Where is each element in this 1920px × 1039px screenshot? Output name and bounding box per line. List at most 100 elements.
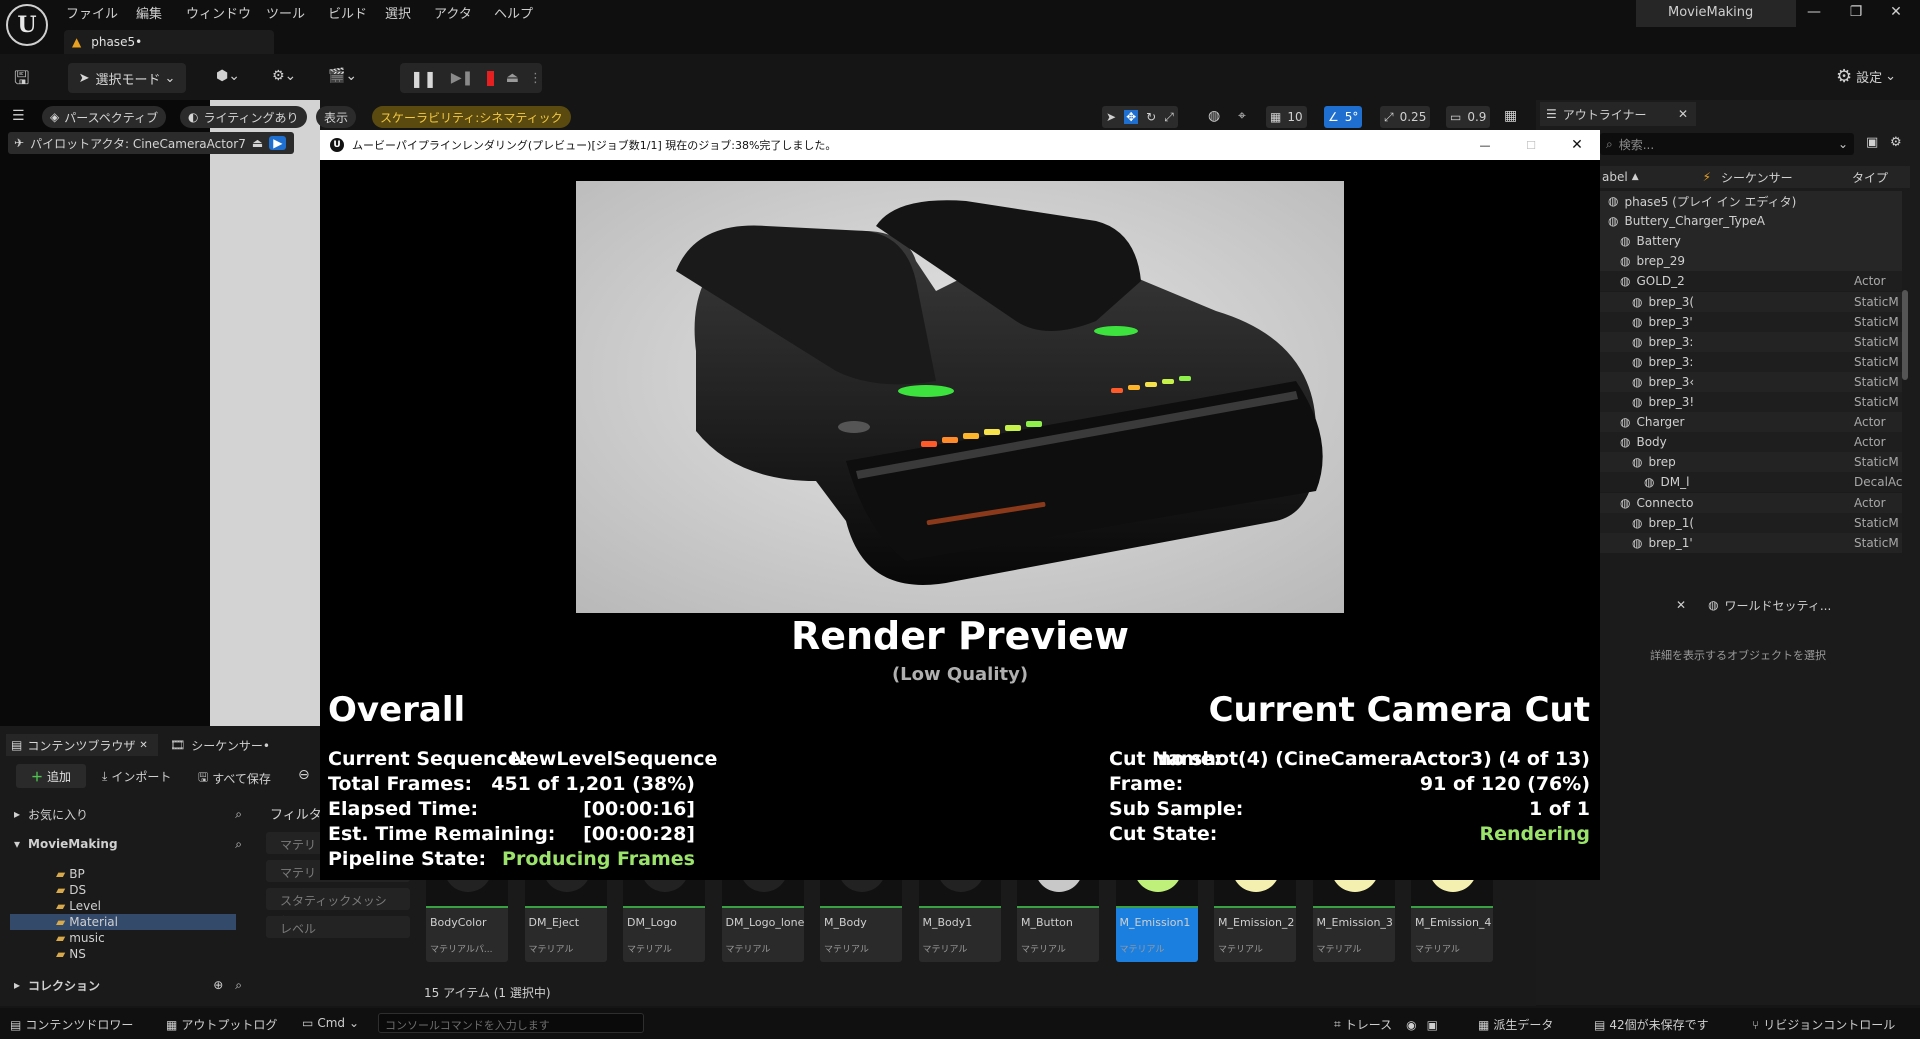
- add-collection-icon[interactable]: ⊕: [213, 978, 223, 992]
- outliner-row[interactable]: ◍ brep_3‹ StaticM: [1600, 371, 1902, 392]
- asset-tile[interactable]: M_Emission1 マテリアル: [1115, 870, 1198, 962]
- perspective-button[interactable]: ◈ パースペクティブ: [42, 106, 167, 128]
- outliner-row[interactable]: ◍ brep_3(StaticM: [1600, 291, 1902, 312]
- outliner-row[interactable]: ◍ Body Actor: [1600, 432, 1902, 453]
- menu-help[interactable]: ヘルプ: [494, 3, 533, 22]
- derived-data-button[interactable]: ▦ 派生データ: [1478, 1016, 1553, 1033]
- trace-button[interactable]: ⌗ トレース ◉ ▣: [1334, 1016, 1438, 1033]
- outliner-row[interactable]: ◍ brep_1' StaticM: [1600, 532, 1902, 553]
- stop-icon[interactable]: [487, 70, 494, 86]
- folder-item[interactable]: ▰ BP: [10, 866, 236, 882]
- close-icon[interactable]: ✕: [1554, 137, 1600, 153]
- close-icon[interactable]: ✕: [1676, 598, 1686, 612]
- pause-icon[interactable]: ❚❚: [410, 69, 437, 88]
- cmd-selector[interactable]: ▭ Cmd ⌄: [302, 1016, 359, 1030]
- add-button[interactable]: ＋ 追加: [16, 764, 86, 788]
- menu-window[interactable]: ウィンドウ: [186, 3, 251, 22]
- filter-item[interactable]: スタティックメッシュ: [266, 888, 410, 925]
- minimize-icon[interactable]: —: [1794, 4, 1834, 20]
- outliner-row[interactable]: ◍ brep StaticM: [1600, 452, 1902, 473]
- folder-item[interactable]: ▰ Material: [10, 914, 236, 930]
- scalability-button[interactable]: スケーラビリティ:シネマティック: [372, 106, 571, 128]
- output-log-button[interactable]: ▦ アウトプットログ: [166, 1016, 277, 1033]
- eject-pilot-icon[interactable]: ⏏: [252, 136, 263, 150]
- close-icon[interactable]: ✕: [1876, 4, 1916, 20]
- grid-snap[interactable]: ▦ 10: [1266, 106, 1307, 128]
- outliner-row[interactable]: ◍ brep_29: [1600, 251, 1902, 272]
- camera-lock-icon[interactable]: ▶: [269, 136, 287, 150]
- search-icon[interactable]: ⌕: [235, 837, 242, 852]
- unreal-logo-icon[interactable]: U: [6, 4, 48, 46]
- gear-icon[interactable]: ⚙: [1890, 135, 1902, 150]
- col-sequencer[interactable]: シーケンサー: [1721, 169, 1793, 186]
- layout-icon[interactable]: ▦: [1504, 108, 1517, 124]
- col-label[interactable]: abel: [1602, 170, 1628, 184]
- add-folder-icon[interactable]: ▣: [1866, 135, 1878, 150]
- outliner-row[interactable]: ◍ brep_3: StaticM: [1600, 331, 1902, 352]
- settings-button[interactable]: ⚙ 設定 ⌄: [1836, 66, 1896, 87]
- tab-sequencer[interactable]: 🎞 シーケンサー•: [170, 734, 270, 756]
- tab-phase5[interactable]: ▲ phase5•: [64, 30, 274, 54]
- select-tool-icon[interactable]: ➤: [1106, 110, 1116, 124]
- rotate-tool-icon[interactable]: ↻: [1146, 110, 1156, 124]
- surface-snap-icon[interactable]: ⌖: [1238, 108, 1246, 124]
- asset-tile[interactable]: M_Button マテリアル: [1017, 870, 1099, 962]
- viewport-dark-area[interactable]: [0, 100, 210, 726]
- outliner-row[interactable]: ◍ Buttery_Charger_TypeA: [1600, 211, 1902, 232]
- menu-actor[interactable]: アクタ: [434, 3, 472, 22]
- asset-tile[interactable]: DM_Logo_lone マテリアル: [721, 870, 804, 962]
- maximize-icon[interactable]: ☐: [1508, 139, 1554, 152]
- asset-tile[interactable]: M_Body1 マテリアル: [918, 870, 1001, 962]
- menu-edit[interactable]: 編集: [136, 3, 162, 22]
- camera-icon[interactable]: ▣: [1427, 1018, 1438, 1032]
- import-button[interactable]: ⤓ インポート: [102, 768, 171, 785]
- asset-tile[interactable]: DM_Logo マテリアル: [623, 870, 705, 962]
- scale-snap[interactable]: ⤢ 0.25: [1380, 106, 1431, 128]
- revision-control-button[interactable]: ⑂ リビジョンコントロール: [1752, 1016, 1895, 1033]
- asset-tile[interactable]: M_Emission_3 マテリアル: [1312, 870, 1395, 962]
- asset-tile[interactable]: M_Emission_4 マテリアル: [1411, 870, 1493, 962]
- save-icon[interactable]: 🖫: [14, 66, 36, 89]
- search-icon[interactable]: ⌕: [235, 978, 242, 993]
- outliner-scrollbar[interactable]: [1902, 290, 1908, 380]
- filter-item[interactable]: レベル: [266, 916, 410, 938]
- move-tool-icon[interactable]: ✥: [1124, 110, 1139, 124]
- camera-speed[interactable]: ▭ 0.9: [1446, 106, 1491, 128]
- add-actor-icon[interactable]: ⬢⌄: [216, 68, 240, 84]
- scale-tool-icon[interactable]: ⤢: [1164, 110, 1174, 125]
- content-drawer-button[interactable]: ▤ コンテンツドロワー: [10, 1016, 133, 1033]
- asset-tile[interactable]: M_Emission_2 マテリアル: [1214, 870, 1296, 962]
- menu-select[interactable]: 選択: [385, 3, 411, 22]
- outliner-row[interactable]: ◍ phase5 (プレイ イン エディタ): [1600, 191, 1902, 211]
- collections-section[interactable]: ▸ コレクション ⊕ ⌕: [14, 975, 242, 995]
- blueprint-icon[interactable]: ⚙⌄: [272, 68, 296, 84]
- console-input[interactable]: コンソールコマンドを入力します: [378, 1013, 644, 1033]
- search-icon[interactable]: ⌕: [235, 807, 242, 822]
- restore-icon[interactable]: ❐: [1836, 4, 1876, 20]
- folder-item[interactable]: ▰ NS: [10, 946, 236, 962]
- record-icon[interactable]: ◉: [1406, 1018, 1416, 1032]
- root-folder[interactable]: ▾ MovieMaking ⌕: [14, 834, 242, 854]
- menu-file[interactable]: ファイル: [66, 3, 118, 22]
- cinematics-icon[interactable]: 🎬⌄: [328, 68, 357, 84]
- outliner-row[interactable]: ◍ Connecto Actor: [1600, 492, 1902, 513]
- save-all-button[interactable]: 🖫 すべて保存: [198, 768, 271, 789]
- menu-build[interactable]: ビルド: [328, 3, 367, 22]
- outliner-row[interactable]: ◍ GOLD_2 Actor: [1600, 271, 1902, 292]
- outliner-row[interactable]: ◍ DM_l DecalAc: [1600, 472, 1903, 493]
- step-icon[interactable]: ▶❚: [451, 70, 474, 86]
- outliner-row[interactable]: ◍ brep_3' StaticM: [1600, 311, 1902, 332]
- folder-item[interactable]: ▰ Level: [10, 898, 236, 914]
- dialog-title-bar[interactable]: U ムービーパイプラインレンダリング(プレビュー)[ジョブ数1/1] 現在のジョ…: [320, 130, 1600, 160]
- show-button[interactable]: 表示: [316, 106, 357, 128]
- outliner-row[interactable]: ◍ brep_3: StaticM: [1600, 351, 1902, 372]
- back-icon[interactable]: ⊖: [298, 767, 310, 783]
- close-icon[interactable]: ✕: [1678, 107, 1688, 121]
- outliner-row[interactable]: ◍ Charger Actor: [1600, 412, 1902, 433]
- angle-snap[interactable]: ∠ 5°: [1324, 106, 1363, 128]
- asset-tile[interactable]: BodyColor マテリアルパ...: [426, 870, 508, 962]
- outliner-row[interactable]: ◍ Battery: [1600, 231, 1902, 252]
- more-icon[interactable]: ⋮: [529, 71, 542, 86]
- folder-item[interactable]: ▰ music: [10, 930, 236, 946]
- menu-tools[interactable]: ツール: [266, 3, 305, 22]
